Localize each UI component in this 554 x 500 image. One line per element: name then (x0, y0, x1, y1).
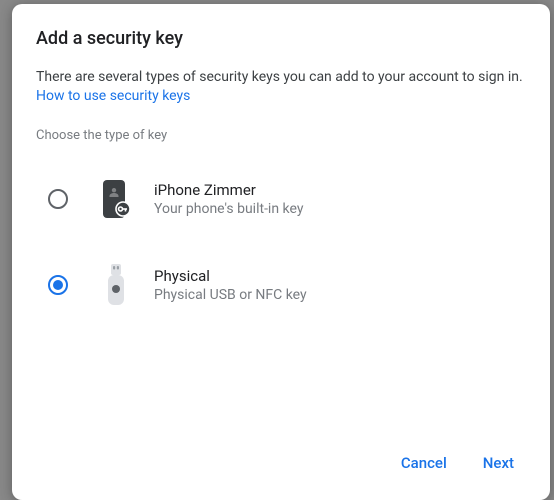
option-phone-subtitle: Your phone's built-in key (154, 201, 303, 217)
option-physical[interactable]: Physical Physical USB or NFC key (36, 255, 526, 315)
option-physical-subtitle: Physical USB or NFC key (154, 287, 307, 303)
radio-physical[interactable] (48, 275, 68, 295)
option-physical-title: Physical (154, 267, 307, 285)
cancel-button[interactable]: Cancel (397, 446, 451, 480)
option-phone-title: iPhone Zimmer (154, 181, 303, 199)
add-security-key-dialog: Add a security key There are several typ… (12, 4, 550, 500)
help-link[interactable]: How to use security keys (36, 88, 526, 104)
choose-label: Choose the type of key (36, 128, 526, 143)
radio-phone[interactable] (48, 189, 68, 209)
usb-key-icon (96, 263, 136, 307)
dialog-title: Add a security key (36, 28, 526, 49)
dialog-footer: Cancel Next (36, 438, 526, 484)
dialog-intro: There are several types of security keys… (36, 67, 526, 88)
next-button[interactable]: Next (479, 446, 518, 480)
phone-key-icon (96, 179, 136, 219)
option-phone[interactable]: iPhone Zimmer Your phone's built-in key (36, 171, 526, 227)
